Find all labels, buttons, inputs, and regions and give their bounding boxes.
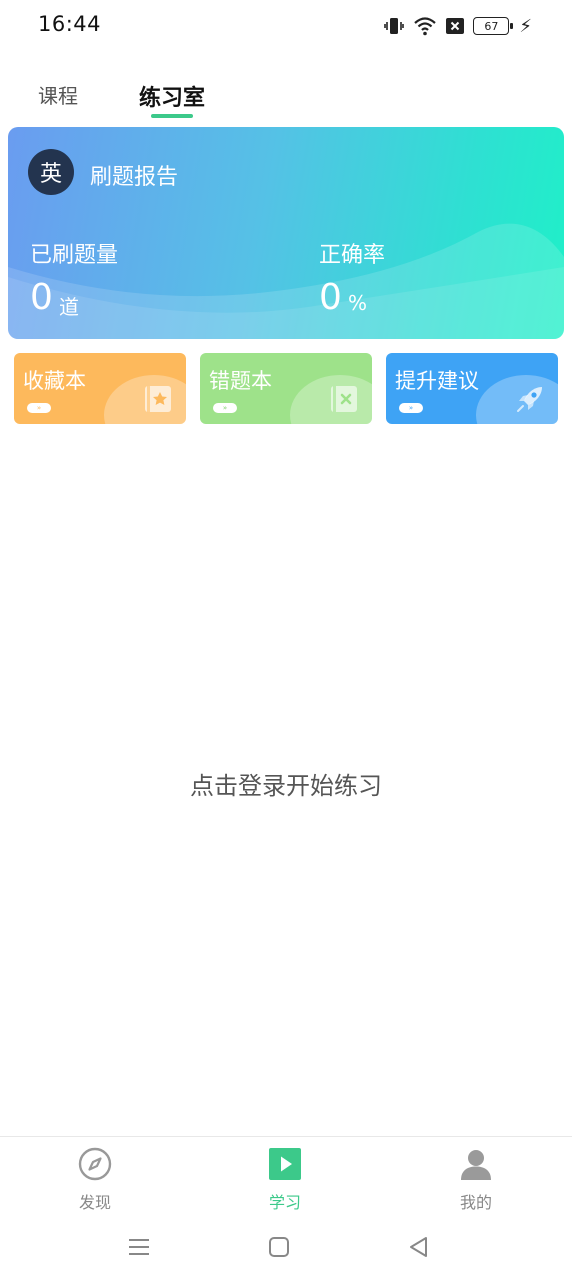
arrow-pill-icon: »	[213, 403, 237, 413]
user-icon	[461, 1150, 491, 1180]
arrow-pill-icon: »	[27, 403, 51, 413]
nav-item-mine[interactable]: 我的	[436, 1147, 516, 1213]
home-icon[interactable]	[264, 1232, 294, 1262]
no-sim-icon	[446, 18, 465, 34]
subject-badge: 英	[28, 149, 74, 195]
notebook-x-icon	[331, 386, 357, 412]
improvement-suggestions-card[interactable]: 提升建议 »	[386, 353, 558, 424]
nav-item-discover[interactable]: 发现	[55, 1147, 135, 1213]
rocket-icon	[517, 387, 542, 412]
favorites-label: 收藏本	[23, 369, 86, 393]
battery-icon: 67	[473, 17, 514, 35]
nav-item-study[interactable]: 学习	[245, 1147, 325, 1213]
accuracy-unit: %	[348, 291, 368, 315]
questions-done-unit: 道	[59, 295, 79, 319]
subject-label: 英	[39, 162, 62, 187]
tab-practice-room[interactable]: 练习室	[139, 80, 205, 112]
nav-label-study: 学习	[268, 1193, 301, 1212]
login-to-practice-prompt[interactable]: 点击登录开始练习	[0, 766, 572, 801]
status-time: 16:44	[38, 12, 102, 36]
wrong-questions-label: 错题本	[209, 369, 272, 393]
active-tab-indicator	[151, 114, 193, 118]
battery-level: 67	[484, 19, 499, 33]
favorites-card[interactable]: 收藏本 »	[14, 353, 186, 424]
vibrate-icon	[384, 18, 405, 34]
play-square-icon	[269, 1148, 301, 1180]
status-icons: 67 ⚡︎	[383, 13, 532, 39]
nav-label-discover: 发现	[78, 1193, 111, 1212]
back-icon[interactable]	[404, 1232, 434, 1262]
arrow-pill-icon: »	[399, 403, 423, 413]
improvement-suggestions-label: 提升建议	[395, 369, 479, 393]
bookmark-star-icon	[145, 386, 171, 412]
nav-label-mine: 我的	[459, 1193, 492, 1212]
top-tabs: 课程 练习室	[0, 70, 572, 122]
menu-icon[interactable]	[124, 1232, 154, 1262]
accuracy-label: 正确率	[319, 243, 386, 268]
compass-icon	[78, 1147, 112, 1181]
wrong-questions-card[interactable]: 错题本 »	[200, 353, 372, 424]
questions-done-value: 0	[30, 277, 53, 318]
tab-course[interactable]: 课程	[38, 80, 78, 109]
charging-icon: ⚡︎	[519, 15, 532, 37]
bottom-nav: 发现 学习 我的	[0, 1136, 572, 1216]
wifi-icon	[414, 17, 437, 36]
questions-done-label: 已刷题量	[30, 243, 119, 268]
practice-report-card[interactable]: 英 刷题报告 已刷题量 0 道 正确率 0 %	[8, 127, 564, 339]
accuracy-value: 0	[319, 277, 342, 318]
report-title: 刷题报告	[90, 165, 179, 190]
system-nav-bar	[0, 1216, 572, 1280]
status-bar: 16:44 67 ⚡︎	[0, 0, 572, 52]
